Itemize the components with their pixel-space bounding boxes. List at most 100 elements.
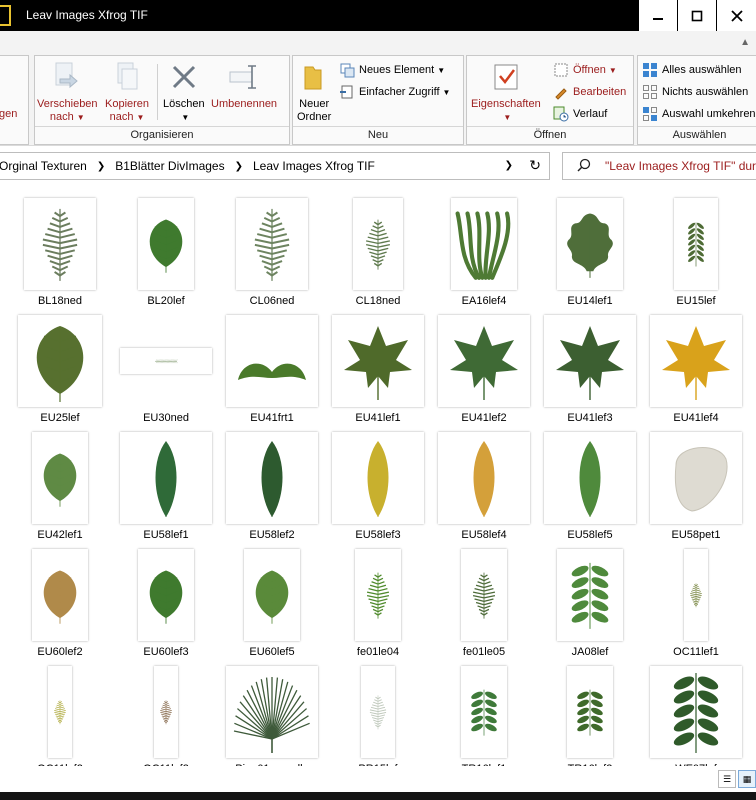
file-item[interactable]: EU60lef2 [7, 547, 113, 661]
history-button[interactable]: Verlauf [553, 104, 607, 124]
file-item[interactable]: BL18ned [7, 196, 113, 310]
breadcrumb-item[interactable]: Orginal Texturen [0, 159, 87, 173]
file-item[interactable]: EU60lef5 [219, 547, 325, 661]
file-item[interactable]: CL18ned [325, 196, 431, 310]
file-thumbnail [219, 196, 325, 292]
copy-to-label2: nach [109, 111, 134, 123]
leaf-image [160, 700, 172, 725]
file-thumbnail [537, 664, 643, 760]
file-item[interactable]: EU58lef1 [113, 430, 219, 544]
file-item[interactable]: EU60lef3 [113, 547, 219, 661]
leaf-image [472, 572, 496, 619]
edit-button[interactable]: Bearbeiten [553, 82, 626, 102]
file-name: EU58lef5 [567, 529, 613, 541]
breadcrumb-item[interactable]: Leav Images Xfrog TIF [253, 159, 375, 173]
title-bar[interactable]: Leav Images Xfrog TIF [0, 0, 756, 31]
file-item[interactable]: OC11lef1 [643, 547, 749, 661]
chevron-right-icon[interactable]: ❯ [235, 161, 243, 172]
file-item[interactable]: JA08lef [537, 547, 643, 661]
search-box[interactable]: "Leav Images Xfrog TIF" durchsuchen [562, 152, 756, 180]
file-name: fe01le04 [356, 646, 400, 658]
file-thumbnail [431, 664, 537, 760]
partial-label[interactable]: gen [0, 108, 17, 120]
file-item[interactable]: TR16lef1 [431, 664, 537, 778]
file-item[interactable]: EU41lef1 [325, 313, 431, 427]
file-name: EU58lef1 [143, 529, 189, 541]
select-all-icon [643, 63, 657, 77]
leaf-image [255, 570, 289, 624]
file-item[interactable]: fe01le05 [431, 547, 537, 661]
open-label: Öffnen [573, 64, 606, 76]
open-button[interactable]: Öffnen ▼ [553, 60, 617, 80]
file-item[interactable]: PR15lef [325, 664, 431, 778]
leaf-image [673, 673, 719, 753]
search-input[interactable]: "Leav Images Xfrog TIF" durchsuchen [605, 159, 756, 173]
ribbon-collapse-icon[interactable]: ▲ [740, 37, 750, 48]
breadcrumb-item[interactable]: B1Blätter DivImages [115, 159, 224, 173]
maximize-button[interactable] [678, 0, 718, 31]
thumbnail-frame [138, 198, 194, 290]
easy-access-button[interactable]: Einfacher Zugriff ▼ [339, 82, 450, 102]
file-item[interactable]: EU58pet1 [643, 430, 749, 544]
history-label: Verlauf [573, 108, 608, 120]
thumbnail-frame [24, 198, 96, 290]
file-thumbnail [219, 430, 325, 526]
file-thumbnail [113, 430, 219, 526]
select-none-button[interactable]: Nichts auswählen [642, 82, 748, 102]
thumbnail-frame [32, 432, 88, 524]
leaf-image [450, 326, 518, 400]
thumbnail-frame [226, 666, 318, 758]
chevron-down-icon[interactable]: ❯ [505, 160, 513, 171]
address-bar[interactable]: Orginal Texturen ❯ B1Blätter DivImages ❯… [0, 152, 550, 180]
properties-button[interactable]: Eigenschaften ▼ [471, 60, 541, 124]
close-button[interactable] [717, 0, 756, 31]
file-item[interactable]: EU14lef1 [537, 196, 643, 310]
file-item[interactable]: EU15lef [643, 196, 749, 310]
file-item[interactable]: EU41lef3 [537, 313, 643, 427]
select-all-button[interactable]: Alles auswählen [642, 60, 742, 80]
file-item[interactable]: EU42lef1 [7, 430, 113, 544]
file-item[interactable]: EU58lef2 [219, 430, 325, 544]
new-item-button[interactable]: Neues Element ▼ [339, 60, 445, 80]
new-folder-button[interactable]: Neuer Ordner [297, 60, 331, 124]
delete-button[interactable]: Löschen ▼ [163, 60, 205, 124]
thumbnail-frame [438, 315, 530, 407]
file-thumbnail [431, 430, 537, 526]
file-item[interactable]: TR16lef2 [537, 664, 643, 778]
file-thumbnail [219, 313, 325, 409]
leaf-image [42, 208, 78, 281]
file-thumbnail [325, 196, 431, 292]
file-item[interactable]: BL20lef [113, 196, 219, 310]
file-item[interactable]: EU58lef3 [325, 430, 431, 544]
file-item[interactable]: Pine01_needle [219, 664, 325, 778]
file-item[interactable]: EU41lef4 [643, 313, 749, 427]
file-item[interactable]: OC11lef2 [7, 664, 113, 778]
file-item[interactable]: EU58lef5 [537, 430, 643, 544]
file-item[interactable]: EU41lef2 [431, 313, 537, 427]
details-view-icon[interactable]: ☰ [718, 770, 736, 788]
file-item[interactable]: EU41frt1 [219, 313, 325, 427]
file-thumbnail [537, 430, 643, 526]
thumbnail-frame [438, 432, 530, 524]
large-icons-view-icon[interactable]: ▦ [738, 770, 756, 788]
invert-selection-button[interactable]: Auswahl umkehren [642, 104, 756, 124]
file-item[interactable]: EU58lef4 [431, 430, 537, 544]
leaf-image [54, 700, 66, 725]
leaf-image [366, 572, 390, 619]
file-item[interactable]: EU30ned [113, 313, 219, 427]
file-item[interactable]: EU25lef [7, 313, 113, 427]
thumbnail-frame [355, 549, 401, 641]
file-thumbnail [431, 196, 537, 292]
file-item[interactable]: fe01le04 [325, 547, 431, 661]
chevron-right-icon[interactable]: ❯ [97, 161, 105, 172]
move-to-button[interactable]: Verschieben nach ▼ [37, 60, 98, 124]
file-item[interactable]: EA16lef4 [431, 196, 537, 310]
refresh-icon[interactable]: ↻ [529, 157, 541, 174]
file-item[interactable]: CL06ned [219, 196, 325, 310]
rename-button[interactable]: Umbenennen [211, 60, 277, 111]
thumbnail-frame [544, 315, 636, 407]
minimize-button[interactable] [639, 0, 679, 31]
file-item[interactable]: WE07lef [643, 664, 749, 778]
file-item[interactable]: OC11lef3 [113, 664, 219, 778]
copy-to-button[interactable]: Kopieren nach ▼ [105, 60, 149, 124]
